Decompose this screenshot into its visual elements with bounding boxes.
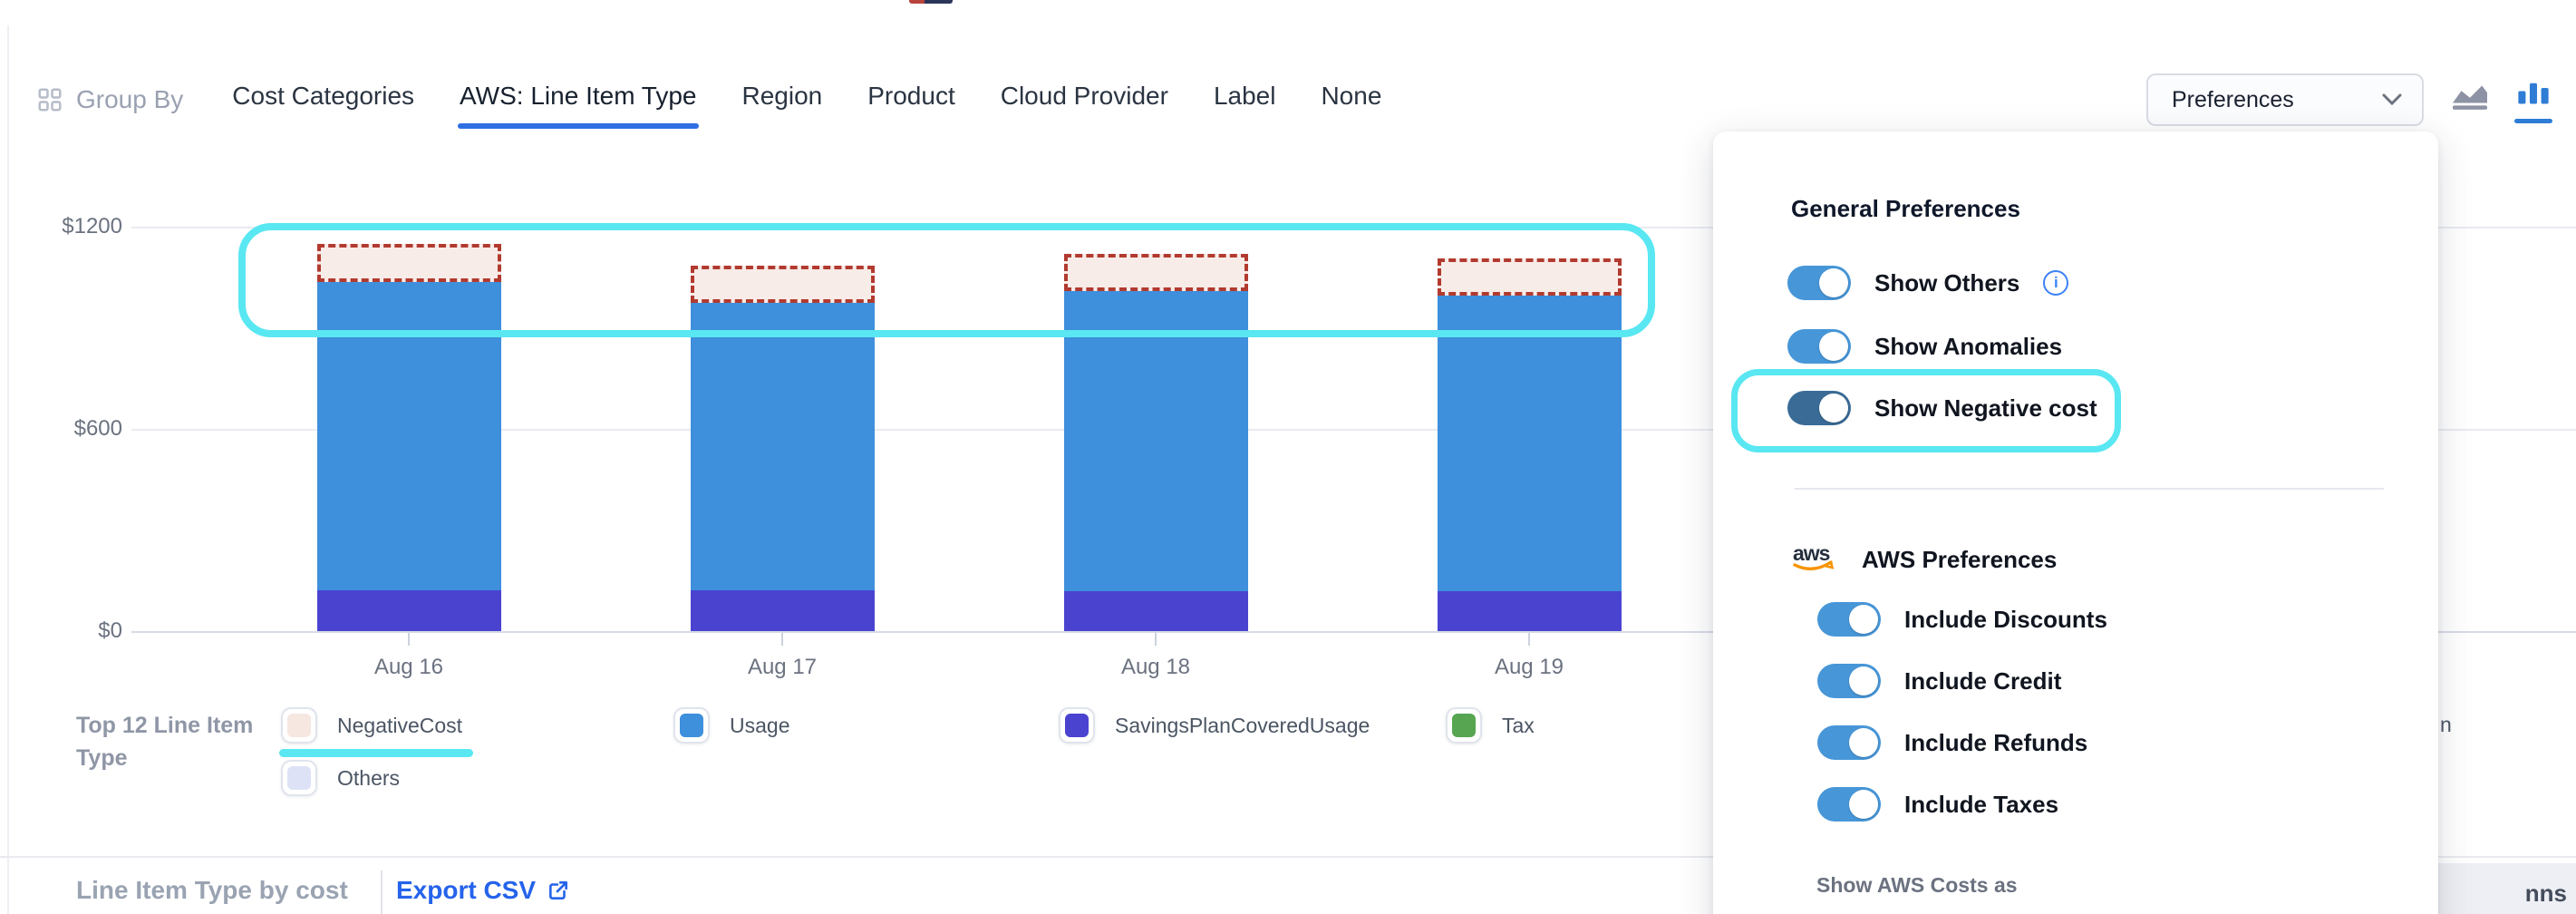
export-csv-label: Export CSV bbox=[396, 876, 536, 905]
tab-region[interactable]: Region bbox=[741, 69, 825, 131]
toggle-label: Include Taxes bbox=[1904, 791, 2058, 819]
legend-item-tax[interactable]: Tax bbox=[1446, 707, 1535, 744]
tab-product[interactable]: Product bbox=[866, 69, 957, 131]
bar-segment-savingsplancoveredusage bbox=[317, 590, 501, 631]
aws-preferences-heading-row: aws AWS Preferences bbox=[1791, 530, 2057, 589]
group-by-label-wrap: Group By bbox=[36, 85, 183, 114]
toggle-label: Include Refunds bbox=[1904, 729, 2087, 757]
legend-swatch-negativecost bbox=[281, 707, 317, 744]
legend-swatch-savingsplancoveredusage bbox=[1059, 707, 1095, 744]
x-axis-tick bbox=[1528, 633, 1530, 646]
bottom-divider bbox=[381, 870, 383, 914]
toggle-knob bbox=[1849, 666, 1878, 695]
toggle-label: Show Anomalies bbox=[1874, 333, 2062, 361]
y-axis-label: $600 bbox=[23, 416, 122, 442]
pref-row-include-credit: Include Credit bbox=[1817, 651, 2061, 711]
toggle-show-negative-cost[interactable] bbox=[1787, 391, 1851, 425]
x-axis-label: Aug 16 bbox=[318, 655, 499, 680]
export-csv-link[interactable]: Export CSV bbox=[396, 876, 570, 905]
pref-row-show-anomalies: Show Anomalies bbox=[1787, 316, 2062, 376]
toggle-label: Include Discounts bbox=[1904, 606, 2107, 634]
bar-segment-savingsplancoveredusage bbox=[1438, 591, 1622, 631]
toggle-knob bbox=[1849, 790, 1878, 819]
top-edge-artifact bbox=[909, 0, 953, 4]
toggle-show-anomalies[interactable] bbox=[1787, 329, 1851, 364]
legend-item-clipped: n bbox=[2440, 713, 2452, 737]
legend-swatch-usage bbox=[673, 707, 710, 744]
toggle-label: Include Credit bbox=[1904, 667, 2061, 695]
toggle-include-discounts[interactable] bbox=[1817, 602, 1881, 637]
legend-label: Others bbox=[337, 766, 400, 791]
toggle-label: Show Others bbox=[1874, 269, 2019, 297]
legend-label: Tax bbox=[1502, 714, 1535, 738]
preferences-panel: General Preferences Show Others i Show Ano… bbox=[1713, 131, 2438, 914]
chevron-down-icon bbox=[2382, 93, 2402, 106]
legend-item-negativecost[interactable]: NegativeCost bbox=[281, 707, 462, 744]
aws-logo: aws bbox=[1791, 543, 1838, 576]
pref-row-include-refunds: Include Refunds bbox=[1817, 713, 2087, 773]
x-axis-tick bbox=[781, 633, 783, 646]
toggle-knob bbox=[1849, 728, 1878, 757]
tab-label[interactable]: Label bbox=[1212, 69, 1278, 131]
legend-label: Usage bbox=[730, 714, 789, 738]
columns-dropdown-label: nns bbox=[2525, 880, 2567, 908]
area-chart-icon[interactable] bbox=[2449, 77, 2491, 123]
show-aws-costs-as-label: Show AWS Costs as bbox=[1816, 873, 2018, 898]
info-icon[interactable]: i bbox=[2043, 270, 2068, 296]
toggle-knob bbox=[1819, 268, 1848, 297]
bar-segment-savingsplancoveredusage bbox=[1064, 591, 1248, 631]
pref-row-show-negative-cost: Show Negative cost bbox=[1787, 378, 2097, 438]
grid-icon bbox=[36, 86, 63, 113]
tab-cost-categories[interactable]: Cost Categories bbox=[230, 69, 416, 131]
legend-item-others[interactable]: Others bbox=[281, 760, 400, 796]
cost-dashboard-page: Group By Cost Categories AWS: Line Item T… bbox=[0, 0, 2576, 914]
x-axis-label: Aug 19 bbox=[1438, 655, 1620, 680]
y-axis-label: $0 bbox=[23, 618, 122, 644]
legend-title: Top 12 Line Item Type bbox=[76, 709, 253, 775]
legend-item-savingsplancoveredusage[interactable]: SavingsPlanCoveredUsage bbox=[1059, 707, 1370, 744]
pref-row-show-others: Show Others i bbox=[1787, 253, 2068, 313]
aws-preferences-heading: AWS Preferences bbox=[1862, 546, 2057, 574]
bottom-section-title: Line Item Type by cost bbox=[76, 876, 348, 905]
group-by-label: Group By bbox=[76, 85, 183, 114]
tab-cloud-provider[interactable]: Cloud Provider bbox=[999, 69, 1170, 131]
toggle-knob bbox=[1819, 394, 1848, 423]
legend-swatch-tax bbox=[1446, 707, 1482, 744]
panel-divider bbox=[1795, 488, 2384, 490]
toggle-include-refunds[interactable] bbox=[1817, 725, 1881, 760]
legend-label: SavingsPlanCoveredUsage bbox=[1115, 714, 1370, 738]
tab-aws-line-item-type[interactable]: AWS: Line Item Type bbox=[458, 69, 698, 131]
chart-type-switcher bbox=[2449, 77, 2552, 123]
x-axis-label: Aug 18 bbox=[1065, 655, 1246, 680]
bar-segment-usage bbox=[1438, 296, 1622, 591]
y-axis-label: $1200 bbox=[23, 214, 122, 239]
negative-cost-legend-underline bbox=[279, 749, 473, 757]
legend-item-usage[interactable]: Usage bbox=[673, 707, 789, 744]
x-axis-tick bbox=[408, 633, 410, 646]
legend-swatch-others bbox=[281, 760, 317, 796]
preferences-dropdown-button[interactable]: Preferences bbox=[2146, 73, 2424, 126]
toggle-knob bbox=[1819, 332, 1848, 361]
bar-segment-usage bbox=[691, 303, 875, 591]
toggle-include-credit[interactable] bbox=[1817, 664, 1881, 698]
groupby-tabs: Cost Categories AWS: Line Item Type Region… bbox=[230, 69, 1383, 131]
tab-none[interactable]: None bbox=[1319, 69, 1383, 131]
pref-row-include-discounts: Include Discounts bbox=[1817, 589, 2107, 649]
bar-segment-savingsplancoveredusage bbox=[691, 590, 875, 631]
toggle-knob bbox=[1849, 605, 1878, 634]
toggle-label: Show Negative cost bbox=[1874, 394, 2097, 423]
external-link-icon bbox=[547, 879, 570, 902]
toggle-show-others[interactable] bbox=[1787, 266, 1851, 300]
preferences-button-label: Preferences bbox=[2172, 87, 2294, 113]
general-preferences-heading: General Preferences bbox=[1791, 195, 2020, 223]
bar-chart-icon[interactable] bbox=[2514, 77, 2552, 123]
x-axis-tick bbox=[1155, 633, 1157, 646]
x-axis-label: Aug 17 bbox=[692, 655, 873, 680]
toggle-include-taxes[interactable] bbox=[1817, 787, 1881, 822]
pref-row-include-taxes: Include Taxes bbox=[1817, 774, 2058, 834]
negative-cost-highlight-rect bbox=[238, 223, 1655, 337]
legend-label: NegativeCost bbox=[337, 714, 462, 738]
